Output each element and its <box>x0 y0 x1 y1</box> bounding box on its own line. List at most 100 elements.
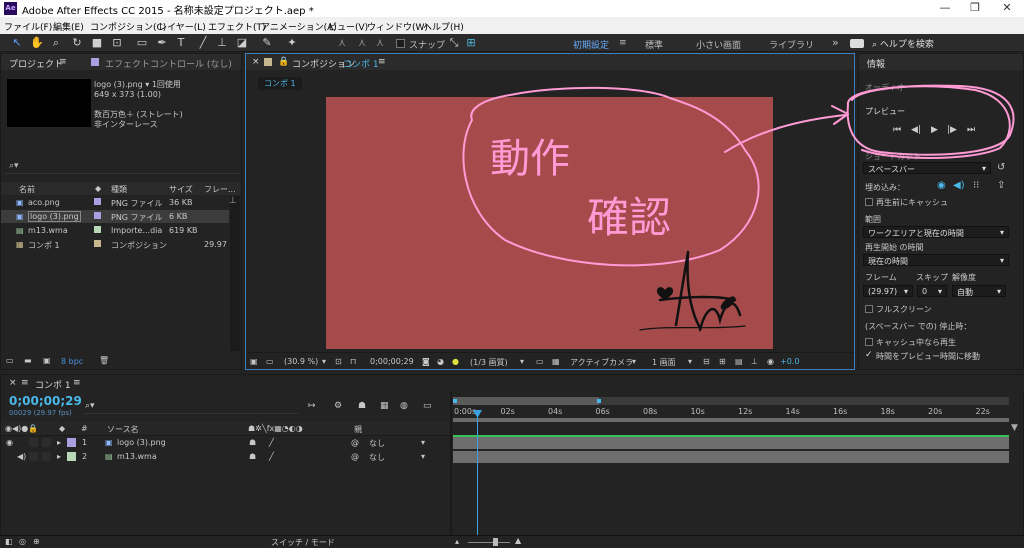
shy-switch-icon[interactable]: ☗ <box>249 438 256 447</box>
layer-bar-audio[interactable] <box>453 451 1009 463</box>
skip-dropdown[interactable]: 0 ▾ <box>917 285 947 297</box>
camera-dropdown[interactable]: アクティブカメラ <box>570 357 633 368</box>
parent-dropdown[interactable]: なし <box>369 438 385 449</box>
composition-canvas[interactable] <box>326 97 773 349</box>
overlay-toggle-icon[interactable]: ⁝⁝ <box>973 180 979 191</box>
always-preview-icon[interactable]: ▣ <box>250 357 258 366</box>
monitor-icon[interactable]: ▭ <box>266 357 274 366</box>
world-axis-icon[interactable]: ⋏ <box>355 36 369 50</box>
camera-tool-icon[interactable]: ■ <box>90 36 104 50</box>
label-swatch[interactable] <box>94 240 101 247</box>
lock-icon[interactable]: 🔒 <box>278 57 289 67</box>
search-help-input[interactable]: ヘルプを検索 <box>880 40 934 50</box>
workspace-small-screen[interactable]: 小さい画面 <box>696 38 741 51</box>
menu-effect[interactable]: エフェクト(T) <box>208 20 266 33</box>
menu-layer[interactable]: レイヤー(L) <box>158 20 206 33</box>
quality-switch-icon[interactable]: ╱ <box>269 452 274 461</box>
new-folder-icon[interactable]: ▬ <box>24 356 32 365</box>
navigator-start-marker[interactable] <box>453 399 457 403</box>
flowchart-icon[interactable]: ⊥ <box>229 196 237 206</box>
clone-stamp-tool-icon[interactable]: ⊥ <box>215 36 229 50</box>
column-frame[interactable]: フレー... <box>204 184 236 195</box>
pen-tool-icon[interactable]: ✒ <box>155 36 169 50</box>
bit-depth-button[interactable]: 8 bpc <box>61 357 83 366</box>
workspace-more-icon[interactable]: » <box>832 36 839 49</box>
workspace-standard[interactable]: 標準 <box>645 38 663 51</box>
column-type[interactable]: 種類 <box>111 184 127 195</box>
puppet-pin-tool-icon[interactable]: ✦ <box>285 36 299 50</box>
pickwhip-icon[interactable]: @ <box>351 452 359 461</box>
panel-menu-icon[interactable]: ≡ <box>73 378 81 388</box>
navigator-end-marker[interactable] <box>597 399 601 403</box>
fast-previews-icon[interactable]: ⊞ <box>719 357 726 366</box>
table-row[interactable]: ◉ ▸ 1 ▣ logo (3).png ☗ ╱ @ なし ▾ <box>1 436 450 450</box>
zoom-slider-handle[interactable] <box>493 538 498 546</box>
workspace-menu-icon[interactable]: ≡ <box>619 38 627 48</box>
trash-icon[interactable]: 🗑 <box>99 356 109 365</box>
column-size[interactable]: サイズ <box>169 184 193 195</box>
selected-item-name[interactable]: logo (3).png ▾ 1回使用 <box>94 79 181 90</box>
list-item[interactable]: ▦ コンポ 1 コンポジション 29.97 <box>1 238 229 251</box>
table-row[interactable]: ◀) ▸ 2 ▤ m13.wma ☗ ╱ @ なし ▾ <box>1 450 450 464</box>
timeline-search-field[interactable]: ⌕▾ <box>83 400 298 414</box>
source-name-header[interactable]: ソース名 <box>107 424 139 435</box>
sync-settings-icon[interactable] <box>850 39 864 48</box>
work-area-bar[interactable] <box>453 418 1009 422</box>
tab-timeline-comp[interactable]: コンポ 1 <box>35 378 71 391</box>
layer-name[interactable]: logo (3).png <box>117 438 166 447</box>
menu-file[interactable]: ファイル(F) <box>4 20 52 33</box>
current-time-display[interactable]: 0;00;00;29 <box>370 357 414 366</box>
next-frame-icon[interactable]: |▶ <box>947 125 957 135</box>
timeline-divider[interactable] <box>450 391 452 537</box>
fullscreen-checkbox[interactable] <box>865 305 873 313</box>
transfer-controls-icon[interactable]: ◎ <box>19 537 26 546</box>
snap-target-icon[interactable]: ⊞ <box>464 36 478 50</box>
layer-name[interactable]: m13.wma <box>117 452 157 461</box>
comp-menu-icon[interactable]: ≡ <box>21 378 29 388</box>
layer-label-swatch[interactable] <box>67 452 76 461</box>
close-tab-icon[interactable]: × <box>9 378 17 388</box>
previous-frame-icon[interactable]: ◀| <box>911 125 921 135</box>
play-from-dropdown[interactable]: 現在の時間 ▾ <box>863 254 1009 266</box>
view-axis-icon[interactable]: ⋏ <box>373 36 387 50</box>
label-swatch[interactable] <box>94 198 101 205</box>
comp-navigator-tab[interactable]: コンポ 1 <box>258 77 302 90</box>
mask-visibility-icon[interactable]: ⊓ <box>350 357 356 366</box>
frame-rate-dropdown[interactable]: (29.97) ▾ <box>863 285 913 297</box>
toggle-switches-modes-button[interactable]: スイッチ / モード <box>271 537 335 548</box>
new-composition-icon[interactable]: ▣ <box>43 356 51 365</box>
views-dropdown[interactable]: 1 画面 <box>652 357 676 368</box>
zoom-slider[interactable] <box>468 542 510 543</box>
snap-checkbox[interactable] <box>396 39 405 48</box>
snap-edges-icon[interactable]: ⤡ <box>447 36 461 50</box>
menu-window[interactable]: ウィンドウ(W) <box>367 20 428 33</box>
project-search-field[interactable]: ⌕▾ <box>5 160 241 174</box>
tab-effect-controls[interactable]: エフェクトコントロール (なし) <box>105 57 232 70</box>
zoom-dropdown[interactable]: (30.9 %) <box>284 357 318 366</box>
maximize-button[interactable]: ❐ <box>960 0 990 17</box>
show-snapshot-icon[interactable]: ◕ <box>437 357 444 366</box>
menu-view[interactable]: ビュー(V) <box>328 20 368 33</box>
menu-edit[interactable]: 編集(E) <box>53 20 84 33</box>
audio-speaker-icon[interactable]: ◀) <box>17 452 26 461</box>
expand-chevron-icon[interactable]: ▸ <box>57 438 61 447</box>
last-frame-icon[interactable]: ⏭ <box>967 125 975 135</box>
current-time-indicator[interactable] <box>477 416 478 537</box>
range-dropdown[interactable]: ワークエリアと現在の時間 ▾ <box>863 226 1009 238</box>
interpret-footage-icon[interactable]: ▭ <box>6 356 14 365</box>
pan-behind-tool-icon[interactable]: ⊡ <box>110 36 124 50</box>
parent-dropdown[interactable]: なし <box>369 452 385 463</box>
eraser-tool-icon[interactable]: ◪ <box>235 36 249 50</box>
workspace-libraries[interactable]: ライブラリ <box>769 38 814 51</box>
move-time-checkbox[interactable]: ✓ <box>865 350 873 360</box>
column-name[interactable]: 名前 <box>19 184 35 195</box>
in-out-icon[interactable]: ⊕ <box>33 537 40 546</box>
rectangle-tool-icon[interactable]: ▭ <box>135 36 149 50</box>
resolution-dropdown[interactable]: 自動 ▾ <box>952 285 1006 297</box>
pickwhip-icon[interactable]: @ <box>351 438 359 447</box>
frame-blending-icon[interactable]: ▦ <box>380 401 389 411</box>
video-toggle-icon[interactable]: ◉ <box>937 180 946 191</box>
exposure-value[interactable]: +0.0 <box>780 357 799 366</box>
tab-composition-name[interactable]: コンポ 1 <box>343 57 379 70</box>
flowchart-icon[interactable]: ⊥ <box>751 357 758 366</box>
